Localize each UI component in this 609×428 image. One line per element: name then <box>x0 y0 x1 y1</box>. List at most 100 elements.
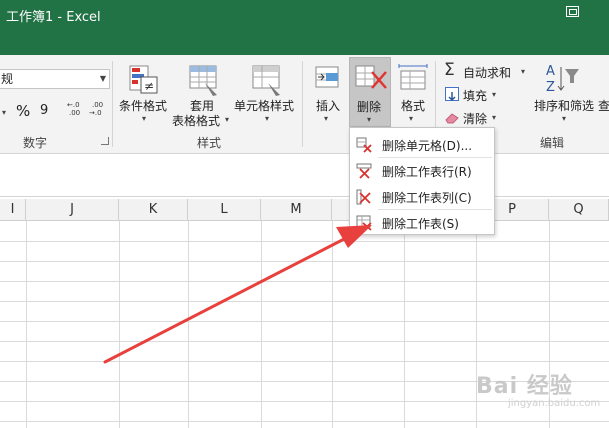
format-as-table-label-2: 表格格式 <box>172 114 221 128</box>
cell-styles-icon <box>252 65 280 96</box>
column-header-i[interactable]: I <box>0 199 26 221</box>
sort-filter-icon: A Z <box>546 64 579 95</box>
delete-cells-icon <box>355 65 387 89</box>
row-gridline <box>0 301 609 302</box>
increase-decimal-button[interactable]: ←.0 .00 <box>66 99 86 117</box>
chevron-down-icon: ▾ <box>367 115 372 124</box>
column-header-j[interactable]: J <box>26 199 119 221</box>
number-format-value: 规 <box>1 72 14 86</box>
insert-cells-icon <box>315 66 339 88</box>
row-gridline <box>0 261 609 262</box>
svg-text:A: A <box>546 64 555 79</box>
svg-text:Z: Z <box>546 80 555 95</box>
clear-label[interactable]: 清除 <box>463 110 487 127</box>
format-button[interactable] <box>397 63 429 95</box>
comma-style-button[interactable]: 9 <box>40 103 48 118</box>
styles-group-label: 样式 <box>197 136 222 150</box>
column-gridline <box>404 221 405 428</box>
sigma-icon[interactable]: Σ <box>444 60 455 80</box>
editing-group-label: 编辑 <box>540 136 565 150</box>
excel-window: 工作簿1 - Excel 规 ▼ ▾ % 9 ←.0 .00 .00 →.0 数… <box>0 0 609 428</box>
svg-text:←.0: ←.0 <box>67 101 80 109</box>
chevron-down-icon: ▾ <box>409 114 414 123</box>
autosum-label[interactable]: 自动求和 <box>463 64 511 81</box>
row-gridline <box>0 321 609 322</box>
format-cells-icon <box>398 64 428 90</box>
chevron-down-icon: ▾ <box>265 114 270 123</box>
format-as-table-button[interactable] <box>187 63 221 97</box>
column-gridline <box>119 221 120 428</box>
ribbon-display-options-icon[interactable] <box>566 6 579 17</box>
title-bar: 工作簿1 - Excel <box>0 0 609 55</box>
chevron-down-icon: ▾ <box>492 90 497 99</box>
column-header-l[interactable]: L <box>188 199 261 221</box>
delete-button[interactable]: 删除 ▾ <box>349 57 391 127</box>
svg-text:→.0: →.0 <box>89 109 102 117</box>
chevron-down-icon: ▼ <box>99 74 106 83</box>
fill-label[interactable]: 填充 <box>463 87 487 104</box>
delete-columns-icon <box>356 189 371 205</box>
row-gridline <box>0 361 609 362</box>
menu-item-delete-sheet[interactable]: 删除工作表(S) <box>350 210 494 236</box>
conditional-format-label: 条件格式 <box>119 99 168 113</box>
delete-rows-icon <box>356 163 372 179</box>
chevron-down-icon: ▾ <box>324 114 329 123</box>
row-gridline <box>0 281 609 282</box>
currency-dropdown-icon[interactable]: ▾ <box>2 108 6 117</box>
menu-item-delete-cells[interactable]: 删除单元格(D)... <box>350 132 494 158</box>
number-format-select[interactable]: 规 ▼ <box>0 69 110 89</box>
chevron-down-icon: ▾ <box>562 114 567 123</box>
sort-filter-button[interactable]: A Z <box>543 61 583 97</box>
increase-decimal-icon: ←.0 .00 <box>67 101 80 117</box>
column-gridline <box>26 221 27 428</box>
watermark-url: jingyan.baidu.com <box>508 398 601 409</box>
find-select-label[interactable]: 查 <box>598 97 609 114</box>
delete-label: 删除 <box>357 100 382 114</box>
formula-bar[interactable] <box>0 154 609 197</box>
eraser-icon[interactable] <box>444 110 460 124</box>
row-gridline <box>0 341 609 342</box>
format-label: 格式 <box>401 99 426 113</box>
number-dialog-launcher-icon[interactable] <box>101 137 109 145</box>
column-gridline <box>332 221 333 428</box>
number-group-label: 数字 <box>23 136 48 150</box>
menu-item-label: 删除工作表(S) <box>382 217 459 231</box>
decrease-decimal-button[interactable]: .00 →.0 <box>88 99 108 117</box>
delete-dropdown-menu: 删除单元格(D)... 删除工作表行(R) 删除工作表列(C) 删除工作表(S) <box>349 127 495 235</box>
column-gridline <box>261 221 262 428</box>
menu-item-delete-columns[interactable]: 删除工作表列(C) <box>350 184 494 210</box>
row-gridline <box>0 421 609 422</box>
column-header-row: I J K L M N O P Q <box>0 199 609 221</box>
watermark-logo: Bai 经验 <box>476 374 573 399</box>
sort-filter-label: 排序和筛选 <box>534 99 595 113</box>
delete-sheet-icon <box>356 215 372 231</box>
menu-item-label: 删除单元格(D)... <box>382 139 473 153</box>
menu-item-label: 删除工作表列(C) <box>382 191 472 205</box>
svg-text:.00: .00 <box>92 101 103 109</box>
decrease-decimal-icon: .00 →.0 <box>89 101 103 117</box>
insert-label: 插入 <box>316 99 341 113</box>
row-gridline <box>0 241 609 242</box>
percent-button[interactable]: % <box>16 102 30 120</box>
ribbon: 规 ▼ ▾ % 9 ←.0 .00 .00 →.0 数字 ≠ 条件格式 ▾ 套用… <box>0 55 609 154</box>
svg-text:.00: .00 <box>69 109 80 117</box>
chevron-down-icon: ▾ <box>225 115 230 124</box>
conditional-format-button[interactable]: ≠ <box>127 63 161 97</box>
delete-cells-icon <box>356 137 372 153</box>
divider <box>302 61 303 147</box>
column-gridline <box>188 221 189 428</box>
column-header-m[interactable]: M <box>261 199 332 221</box>
column-header-q[interactable]: Q <box>549 199 609 221</box>
insert-button[interactable] <box>312 63 344 95</box>
conditional-format-icon: ≠ <box>129 65 158 94</box>
chevron-down-icon: ▾ <box>142 114 147 123</box>
fill-down-icon <box>448 92 456 102</box>
fill-button[interactable] <box>445 87 459 102</box>
cell-styles-label: 单元格样式 <box>234 99 295 113</box>
format-as-table-icon <box>189 65 217 96</box>
column-header-k[interactable]: K <box>119 199 188 221</box>
cell-styles-button[interactable] <box>250 63 284 97</box>
divider <box>112 61 113 147</box>
chevron-down-icon: ▾ <box>492 113 497 122</box>
menu-item-delete-rows[interactable]: 删除工作表行(R) <box>350 158 494 184</box>
